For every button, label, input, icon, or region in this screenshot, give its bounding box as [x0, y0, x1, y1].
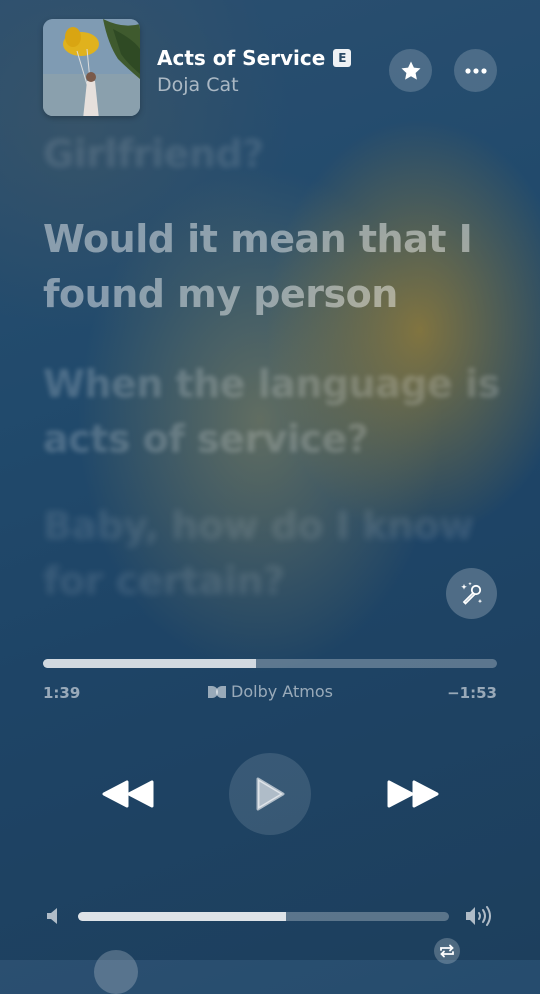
volume-slider[interactable] [78, 912, 449, 921]
volume-min-button[interactable] [45, 907, 61, 929]
playback-progress-fill [43, 659, 257, 668]
track-title-row: Acts of Service E [157, 46, 352, 70]
play-button[interactable] [229, 753, 311, 835]
lyrics-toggle-button[interactable] [94, 950, 138, 994]
fast-forward-icon [387, 780, 439, 808]
star-icon [401, 61, 420, 80]
album-artwork-image [43, 19, 140, 116]
microphone-sparkle-icon [460, 581, 482, 605]
sing-mode-button[interactable] [446, 568, 497, 619]
rewind-icon [102, 780, 154, 808]
more-options-button[interactable] [454, 49, 497, 92]
volume-max-button[interactable] [464, 904, 494, 932]
lyric-line-current[interactable]: Would it mean that I found my person [43, 212, 513, 322]
play-icon [256, 777, 285, 811]
explicit-badge: E [333, 49, 352, 67]
favorite-button[interactable] [389, 49, 432, 92]
lyric-line-previous[interactable]: Girlfriend? [43, 127, 503, 182]
lyric-line-next[interactable]: Baby, how do I know for certain? [43, 499, 503, 609]
repeat-icon [440, 944, 454, 958]
repeat-button[interactable] [434, 938, 460, 964]
remaining-time: −1:53 [447, 684, 497, 702]
dolby-icon [208, 685, 227, 698]
playback-scrubber[interactable] [43, 659, 497, 668]
next-track-button[interactable] [383, 772, 443, 816]
audio-format-label: Dolby Atmos [231, 682, 333, 701]
volume-slider-fill [78, 912, 286, 921]
speaker-low-icon [47, 908, 57, 924]
ellipsis-icon [464, 67, 487, 74]
speaker-high-icon [466, 906, 491, 926]
album-artwork[interactable] [43, 19, 140, 116]
artist-name[interactable]: Doja Cat [157, 74, 239, 96]
track-title[interactable]: Acts of Service [157, 46, 325, 70]
previous-track-button[interactable] [98, 772, 158, 816]
lyric-line-next[interactable]: When the language is acts of service? [43, 357, 503, 467]
